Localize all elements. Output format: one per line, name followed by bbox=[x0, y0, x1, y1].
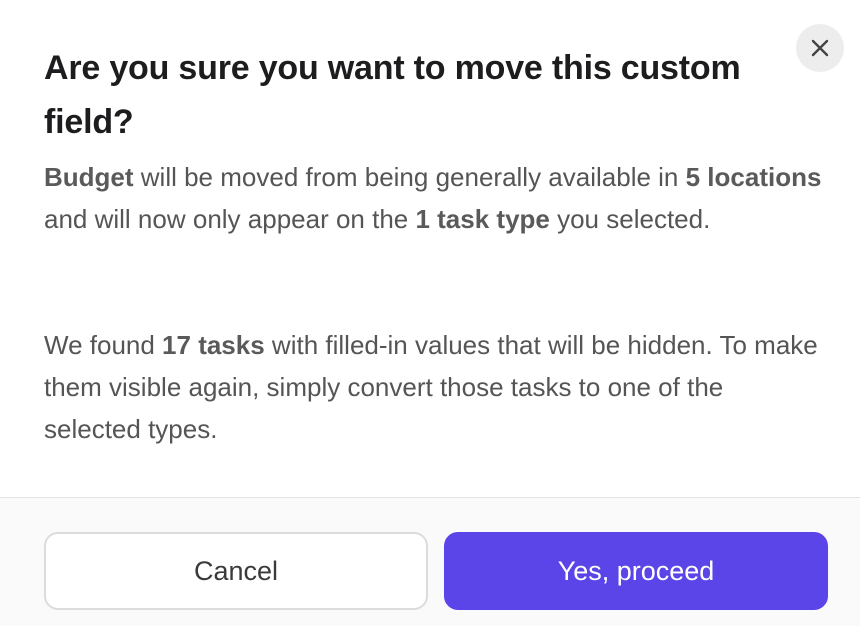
summary-text-b: and will now only appear on the bbox=[44, 204, 416, 234]
summary-text-a: will be moved from being generally avail… bbox=[133, 162, 686, 192]
summary-text-c: you selected. bbox=[549, 204, 711, 234]
tasks-count: 17 tasks bbox=[162, 330, 265, 360]
dialog-body: Are you sure you want to move this custo… bbox=[0, 0, 860, 498]
dialog-footer: Cancel Yes, proceed bbox=[0, 498, 860, 626]
field-name: Budget bbox=[44, 162, 134, 192]
proceed-button[interactable]: Yes, proceed bbox=[444, 532, 828, 610]
cancel-button[interactable]: Cancel bbox=[44, 532, 428, 610]
close-icon bbox=[811, 39, 829, 57]
close-button[interactable] bbox=[796, 24, 844, 72]
move-summary-text: Budget will be moved from being generall… bbox=[44, 156, 824, 240]
dialog-title: Are you sure you want to move this custo… bbox=[44, 49, 741, 141]
locations-count: 5 locations bbox=[685, 162, 822, 192]
hidden-text-a: We found bbox=[44, 330, 163, 360]
hidden-tasks-text: We found 17 tasks with filled-in values … bbox=[44, 324, 824, 450]
task-type-count: 1 task type bbox=[415, 204, 550, 234]
confirm-move-dialog: Are you sure you want to move this custo… bbox=[0, 0, 860, 626]
